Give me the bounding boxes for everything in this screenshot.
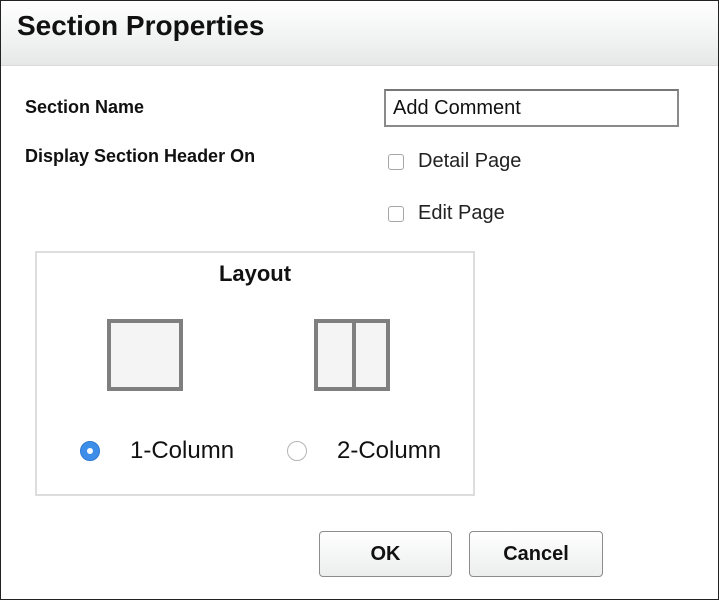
column-divider [352, 323, 356, 387]
one-column-label: 1-Column [130, 437, 235, 464]
layout-title: Layout [218, 261, 292, 286]
one-column-icon[interactable] [107, 319, 183, 391]
one-column-option[interactable]: 1-Column [80, 437, 234, 465]
section-name-input[interactable] [384, 89, 679, 127]
detail-page-label: Detail Page [418, 150, 522, 172]
ok-button[interactable]: OK [319, 531, 452, 577]
two-column-label: 2-Column [337, 437, 442, 464]
detail-page-option[interactable]: Detail Page [388, 150, 521, 173]
two-column-option[interactable]: 2-Column [287, 437, 441, 465]
edit-page-checkbox[interactable] [388, 205, 404, 222]
display-section-header-label: Display Section Header On [25, 146, 256, 166]
one-column-radio[interactable] [80, 441, 100, 461]
section-name-label: Section Name [25, 97, 145, 117]
dialog-header: Section Properties [1, 1, 718, 66]
section-properties-dialog: Section Properties Section Name Display … [0, 0, 719, 600]
edit-page-label: Edit Page [418, 202, 505, 224]
two-column-icon[interactable] [314, 319, 390, 391]
cancel-button[interactable]: Cancel [469, 531, 603, 577]
detail-page-checkbox[interactable] [388, 153, 404, 170]
two-column-radio[interactable] [287, 441, 307, 461]
edit-page-option[interactable]: Edit Page [388, 202, 505, 225]
layout-panel: Layout 1-Column 2-Column [35, 251, 475, 496]
dialog-title: Section Properties [17, 10, 265, 41]
